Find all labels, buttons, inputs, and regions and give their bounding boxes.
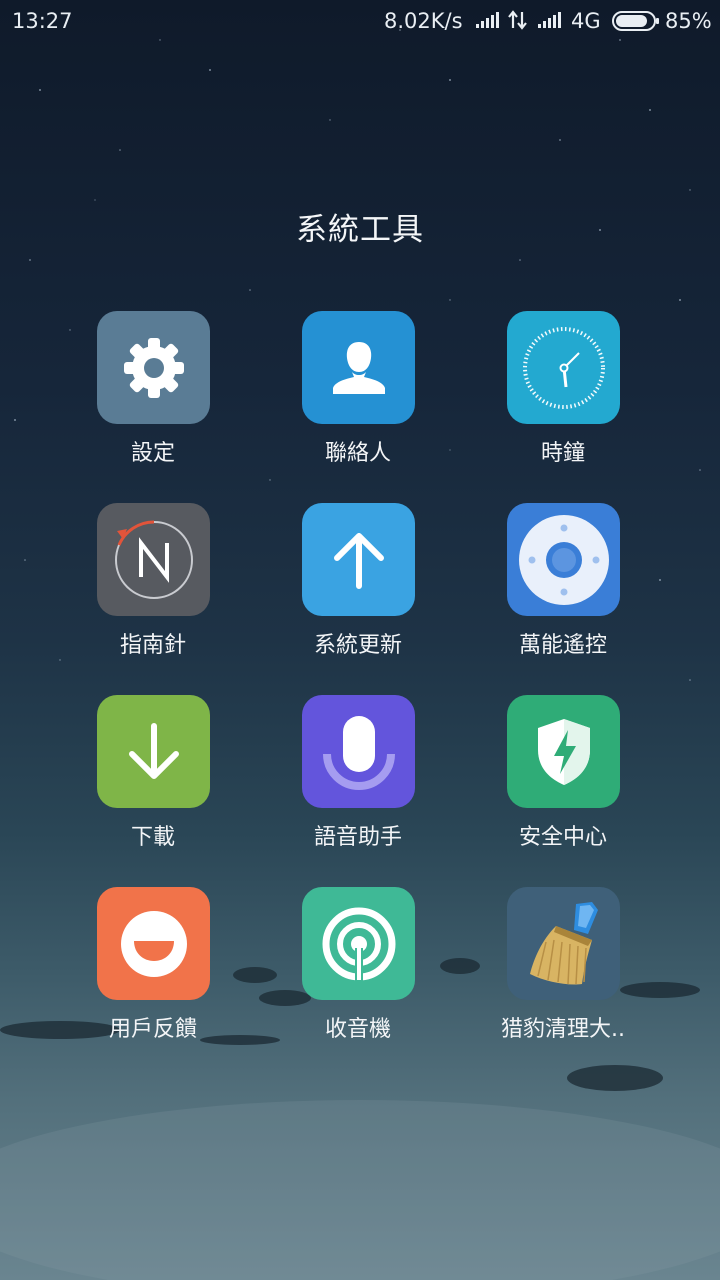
app-label: 設定 [130, 441, 175, 466]
app-icon [507, 887, 620, 1000]
app-label: 系統更新 [313, 633, 402, 658]
app-icon [507, 311, 620, 424]
network-type: 4G [571, 9, 601, 33]
app-radio[interactable]: 收音機 [268, 887, 448, 1057]
app-remote-control[interactable]: 萬能遙控 [473, 503, 653, 673]
app-system-update[interactable]: 系統更新 [268, 503, 448, 673]
status-bar: 13:27 8.02K/s 4G 85% [0, 0, 720, 44]
microphone-icon [322, 715, 395, 790]
app-feedback[interactable]: 用戶反饋 [63, 887, 243, 1057]
app-icon [302, 503, 415, 616]
clock-time: 13:27 [12, 9, 73, 33]
app-icon [97, 503, 210, 616]
app-label: 安全中心 [518, 825, 607, 850]
app-voice-assistant[interactable]: 語音助手 [268, 695, 448, 865]
broom-icon [529, 901, 598, 985]
app-settings[interactable]: 設定 [63, 311, 243, 481]
app-label: 用戶反饋 [108, 1017, 197, 1042]
compass-icon [114, 519, 193, 599]
app-label: 萬能遙控 [518, 633, 607, 658]
person-icon [332, 341, 385, 394]
shield-icon [537, 718, 590, 785]
battery-icon [612, 11, 659, 31]
smile-icon [120, 910, 187, 977]
signal-strength-icon [476, 12, 499, 28]
folder-title: 系統工具 [296, 212, 424, 248]
app-icon [507, 503, 620, 616]
app-icon [97, 311, 210, 424]
arrow-up-icon [333, 532, 384, 589]
network-speed: 8.02K/s [384, 9, 463, 33]
battery-percentage: 85% [665, 9, 712, 33]
app-label: 聯絡人 [324, 441, 391, 466]
data-transfer-icon [508, 10, 527, 30]
app-label: 時鐘 [540, 441, 585, 466]
app-label: 指南針 [119, 633, 186, 658]
arrow-down-icon [128, 722, 179, 779]
app-label: 收音機 [324, 1017, 391, 1042]
remote-control-icon [518, 514, 609, 605]
app-compass[interactable]: 指南針 [63, 503, 243, 673]
app-icon [507, 695, 620, 808]
gear-icon [123, 337, 184, 398]
app-clock[interactable]: 時鐘 [473, 311, 653, 481]
signal-strength-icon [538, 12, 561, 28]
app-clean-master[interactable]: 猎豹清理大.. [473, 887, 653, 1057]
app-icon [302, 695, 415, 808]
app-label: 語音助手 [313, 825, 402, 850]
app-downloads[interactable]: 下載 [63, 695, 243, 865]
app-icon [97, 887, 210, 1000]
app-icon [302, 311, 415, 424]
radio-icon [322, 907, 395, 982]
app-contacts[interactable]: 聯絡人 [268, 311, 448, 481]
app-label: 猎豹清理大.. [501, 1017, 625, 1042]
app-icon [97, 695, 210, 808]
clock-icon [522, 326, 605, 409]
app-icon [302, 887, 415, 1000]
app-security-center[interactable]: 安全中心 [473, 695, 653, 865]
app-label: 下載 [130, 825, 175, 850]
